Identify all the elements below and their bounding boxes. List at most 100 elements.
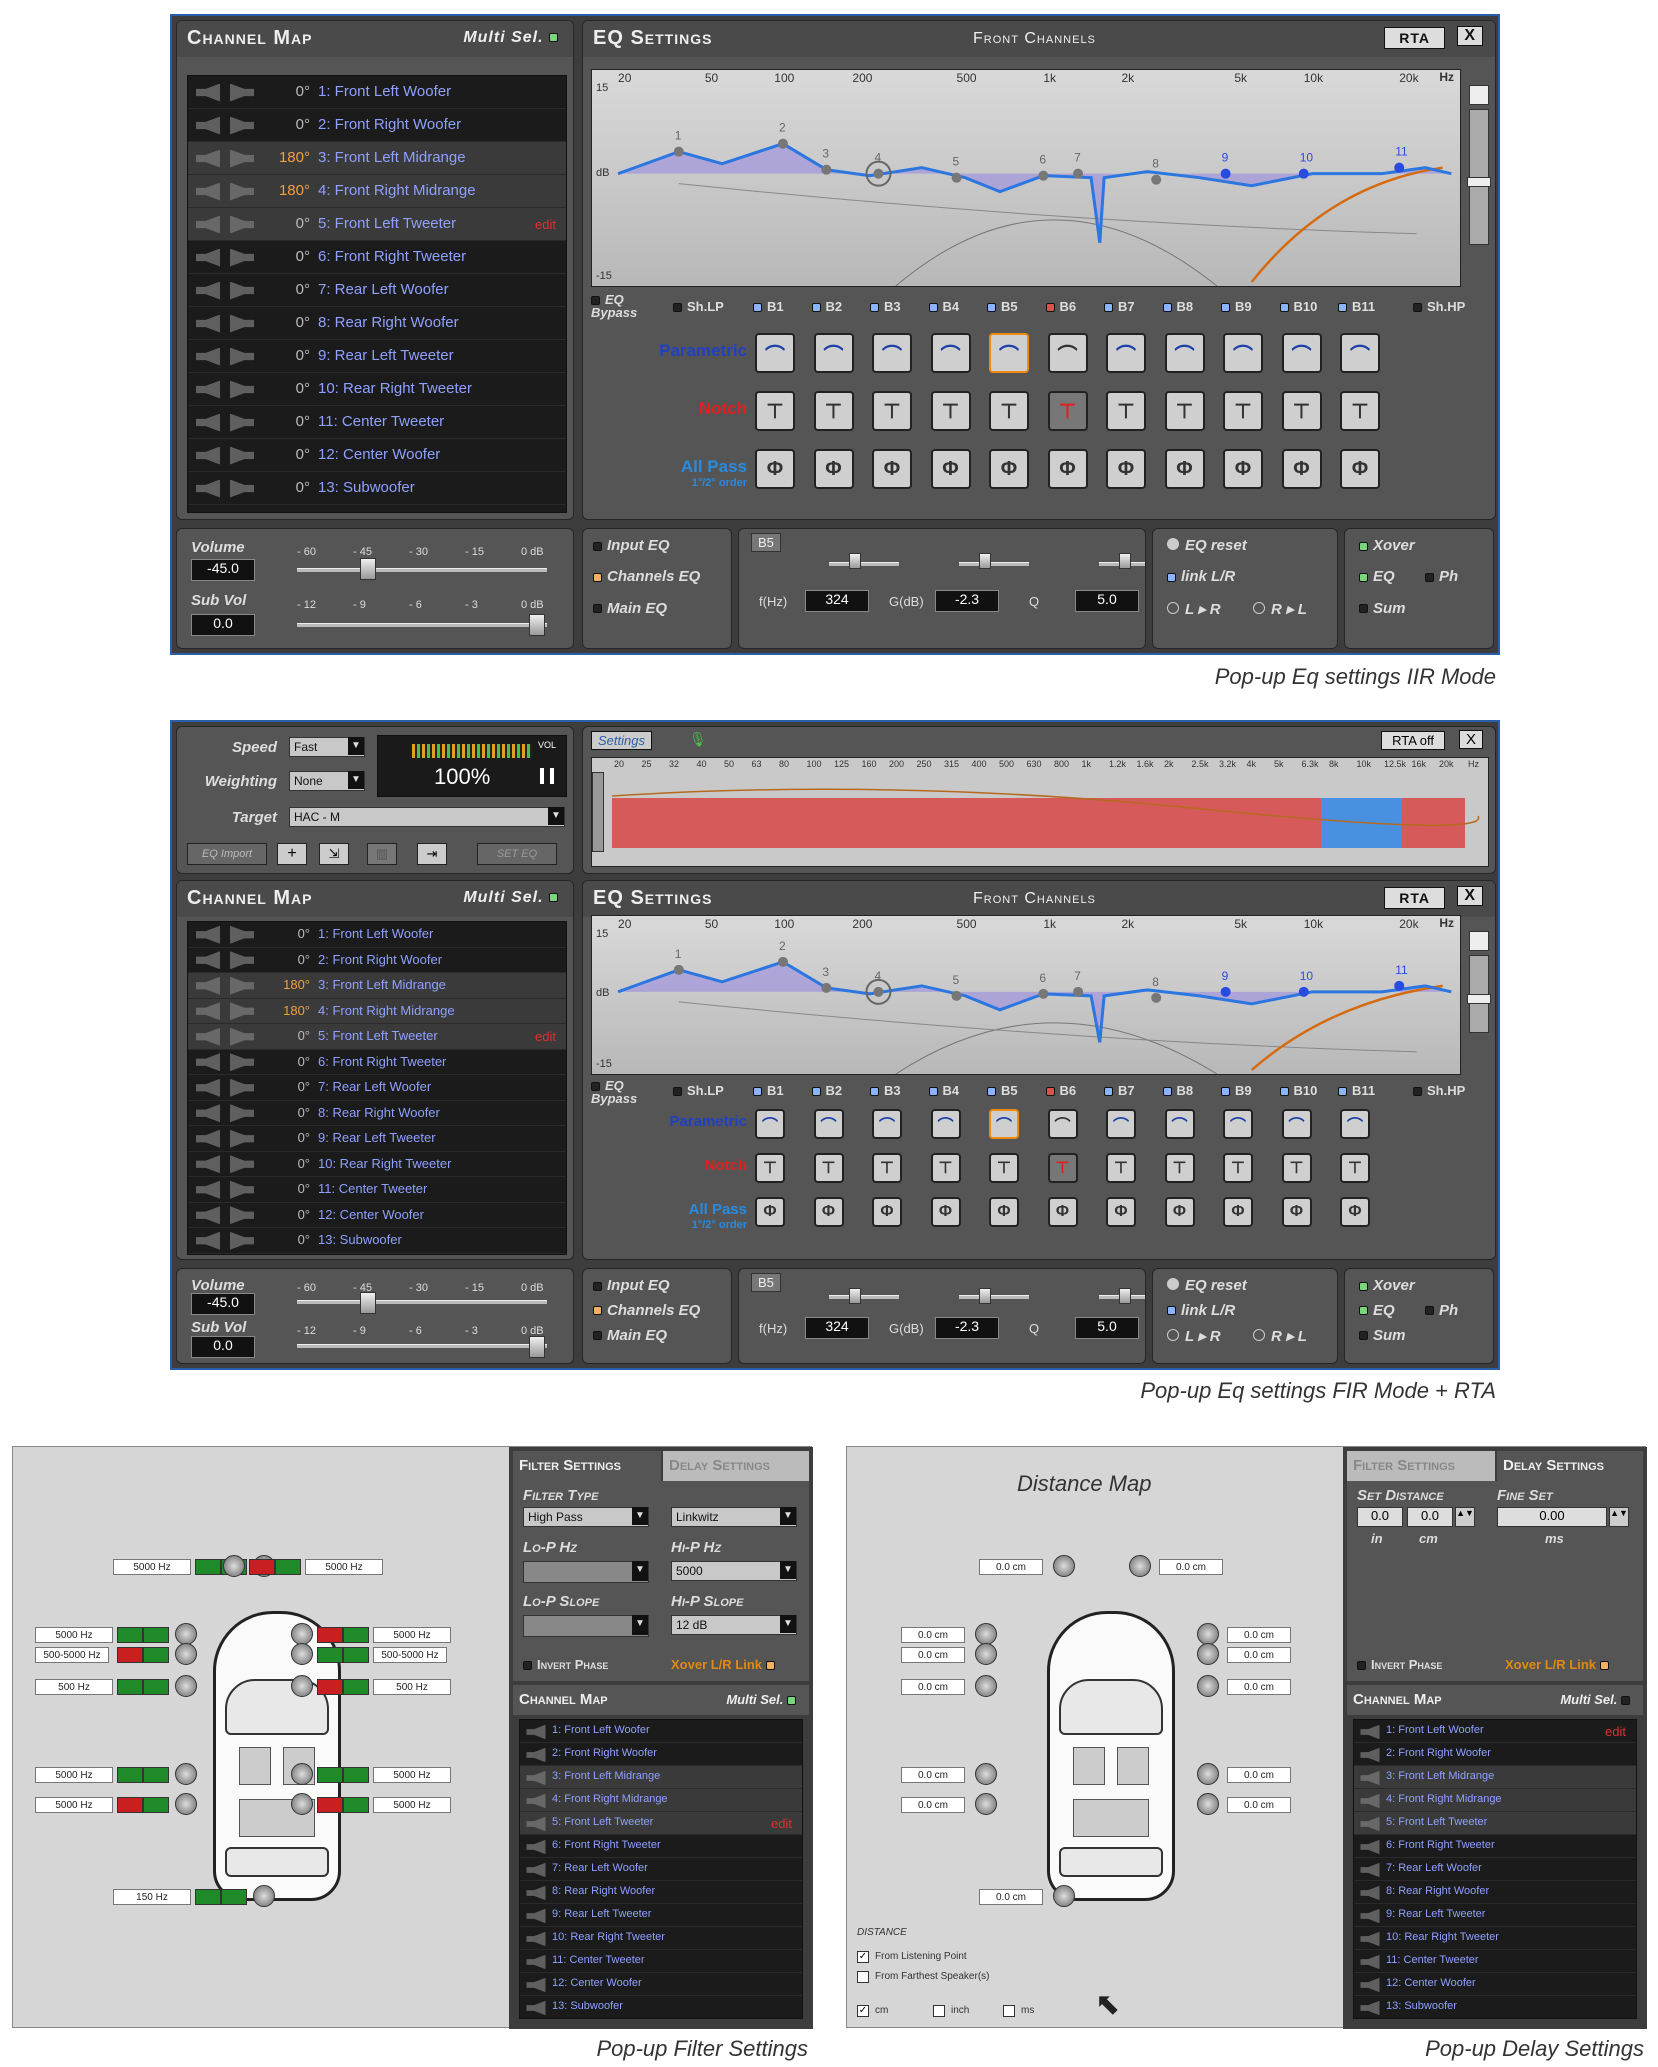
- notch-button[interactable]: ⊤: [1164, 1153, 1195, 1183]
- speaker-icon[interactable]: [230, 447, 254, 465]
- all-pass-button[interactable]: Φ: [1340, 449, 1380, 489]
- param-knob[interactable]: [979, 1288, 991, 1305]
- speaker-icon[interactable]: [230, 1002, 254, 1020]
- eq-bypass-toggle[interactable]: [591, 296, 600, 306]
- speaker-icon[interactable]: [253, 1885, 275, 1907]
- channel-row[interactable]: 3: Front Left Midrange: [1354, 1766, 1636, 1789]
- speaker-icon[interactable]: [1053, 1555, 1075, 1577]
- band-toggle[interactable]: B2: [811, 299, 842, 314]
- speaker-icon[interactable]: [526, 1747, 546, 1762]
- eq-graph-2[interactable]: 20 50 100 200 500 1k 2k 5k 10k 20k Hz 15 dB -15 1 2 3 4 5 6…: [591, 915, 1461, 1075]
- all-pass-button[interactable]: Φ: [1164, 449, 1205, 489]
- band-toggle[interactable]: B5: [987, 299, 1018, 314]
- filter-type-icon[interactable]: [117, 1627, 143, 1643]
- sh-lp-toggle[interactable]: [673, 1087, 682, 1097]
- channel-row[interactable]: 5: Front Left Tweeter edit: [520, 1812, 802, 1835]
- multi-sel-toggle-3[interactable]: [787, 1696, 796, 1706]
- channel-row[interactable]: 2: Front Right Woofer: [1354, 1743, 1636, 1766]
- input-eq-option[interactable]: Input EQ: [593, 537, 670, 554]
- volume-value[interactable]: -45.0: [191, 559, 255, 582]
- mute-icon[interactable]: [196, 479, 220, 498]
- speaker-icon[interactable]: [1053, 1885, 1075, 1907]
- all-pass-button[interactable]: Φ: [755, 449, 795, 489]
- band-toggle[interactable]: B4: [928, 299, 959, 314]
- notch-button[interactable]: ⊤: [813, 391, 854, 431]
- speaker-icon[interactable]: [1197, 1763, 1219, 1785]
- magnifier-icon[interactable]: [1469, 931, 1489, 951]
- band-toggle[interactable]: B1: [753, 1083, 784, 1098]
- speaker-icon[interactable]: [230, 315, 254, 333]
- speaker-icon[interactable]: [1360, 1977, 1380, 1992]
- parametric-button[interactable]: ⌒: [755, 1109, 785, 1139]
- channel-row[interactable]: 9: Rear Left Tweeter: [1354, 1904, 1636, 1927]
- filter-type-icon[interactable]: [143, 1647, 169, 1663]
- filter-type-icon[interactable]: [143, 1679, 169, 1695]
- speaker-icon[interactable]: [230, 249, 254, 267]
- channel-row[interactable]: 7: Rear Left Woofer: [520, 1858, 802, 1881]
- filter-type-icon[interactable]: [317, 1627, 343, 1643]
- channel-row[interactable]: 12: Center Woofer: [1354, 1973, 1636, 1996]
- multi-sel-toggle-4[interactable]: [1621, 1696, 1630, 1706]
- parametric-button[interactable]: ⌒: [1047, 333, 1088, 373]
- channel-row[interactable]: 0° 1: Front Left Woofer: [188, 922, 566, 948]
- speaker-icon[interactable]: [230, 1104, 254, 1122]
- speaker-icon[interactable]: [526, 1793, 546, 1808]
- channel-row[interactable]: 0° 6: Front Right Tweeter: [188, 1050, 566, 1075]
- link-option[interactable]: link L/R: [1167, 568, 1235, 585]
- filter-type-icon[interactable]: [317, 1679, 343, 1695]
- volume-knob[interactable]: [359, 1292, 376, 1315]
- channel-row[interactable]: 180° 3: Front Left Midrange: [188, 142, 566, 175]
- speaker-icon[interactable]: [1360, 1816, 1380, 1831]
- all-pass-button[interactable]: Φ: [1047, 1197, 1078, 1227]
- set-eq-button[interactable]: SET EQ: [477, 843, 557, 865]
- parametric-button[interactable]: ⌒: [1340, 333, 1380, 373]
- parametric-button[interactable]: ⌒: [813, 333, 854, 373]
- band-point[interactable]: [873, 986, 884, 997]
- speaker-icon[interactable]: [526, 2000, 546, 2015]
- speaker-icon[interactable]: [1360, 1747, 1380, 1762]
- parametric-button[interactable]: ⌒: [1281, 1109, 1312, 1139]
- speaker-icon[interactable]: [230, 1028, 254, 1046]
- lr-option[interactable]: L ▸ R: [1167, 600, 1221, 618]
- speaker-icon[interactable]: [175, 1763, 197, 1785]
- rta-button[interactable]: RTA: [1384, 27, 1445, 49]
- all-pass-button[interactable]: Φ: [1223, 449, 1263, 489]
- crossover-freq-field[interactable]: 5000 Hz: [35, 1767, 113, 1783]
- notch-button[interactable]: ⊤: [1164, 391, 1205, 431]
- sum-option[interactable]: Sum: [1359, 600, 1406, 617]
- speaker-icon[interactable]: [526, 1724, 546, 1739]
- speaker-icon[interactable]: [526, 1977, 546, 1992]
- band-toggle[interactable]: B9: [1221, 1083, 1252, 1098]
- crossover-freq-field[interactable]: 5000 Hz: [305, 1559, 383, 1575]
- crossover-freq-field[interactable]: 5000 Hz: [35, 1797, 113, 1813]
- band-toggle[interactable]: B11: [1338, 299, 1375, 314]
- channel-row[interactable]: 3: Front Left Midrange: [520, 1766, 802, 1789]
- param-value[interactable]: 5.0: [1075, 1317, 1139, 1339]
- speaker-icon[interactable]: [175, 1643, 197, 1665]
- tab-filter-settings[interactable]: Filter Settings: [513, 1451, 661, 1481]
- all-pass-button[interactable]: Φ: [1106, 449, 1146, 489]
- channel-row[interactable]: 0° 5: Front Left Tweeter edit: [188, 1024, 566, 1050]
- all-pass-button[interactable]: Φ: [813, 1197, 844, 1227]
- speaker-icon[interactable]: [526, 1839, 546, 1854]
- speaker-icon[interactable]: [975, 1793, 997, 1815]
- speaker-icon[interactable]: [223, 1555, 245, 1577]
- xover-option[interactable]: Xover: [1359, 1277, 1415, 1294]
- band-toggle[interactable]: B9: [1221, 299, 1252, 314]
- speaker-icon[interactable]: [1360, 1724, 1380, 1739]
- channel-row[interactable]: 8: Rear Right Woofer: [520, 1881, 802, 1904]
- filter-type-icon[interactable]: [195, 1889, 221, 1905]
- lr-option[interactable]: L ▸ R: [1167, 1327, 1221, 1345]
- parametric-button[interactable]: ⌒: [872, 333, 912, 373]
- band-point[interactable]: [821, 164, 832, 175]
- channel-row[interactable]: 180° 4: Front Right Midrange: [188, 998, 566, 1024]
- param-value[interactable]: -2.3: [935, 589, 999, 612]
- filter-type-icon[interactable]: [343, 1797, 369, 1813]
- band-toggle[interactable]: B11: [1338, 1083, 1375, 1098]
- channel-row[interactable]: 2: Front Right Woofer: [520, 1743, 802, 1766]
- crossover-freq-field[interactable]: 5000 Hz: [373, 1627, 451, 1643]
- channel-row[interactable]: 0° 11: Center Tweeter: [188, 406, 566, 439]
- channel-row[interactable]: 10: Rear Right Tweeter: [1354, 1927, 1636, 1950]
- all-pass-button[interactable]: Φ: [872, 1197, 902, 1227]
- volume-value[interactable]: -45.0: [191, 1293, 255, 1315]
